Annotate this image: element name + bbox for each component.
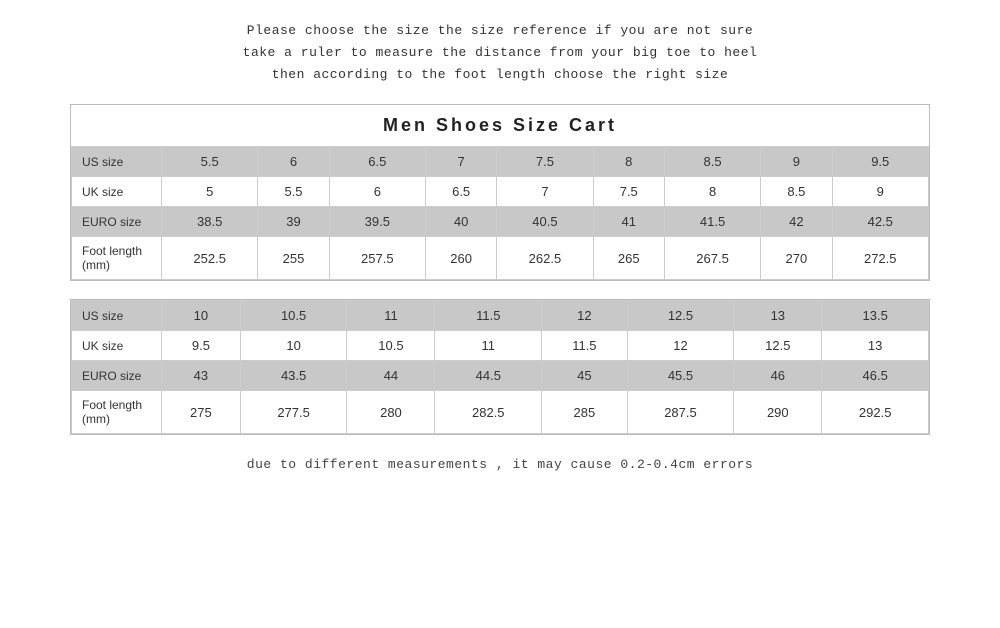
cell-value: 8 bbox=[664, 177, 760, 207]
row-label: US size bbox=[72, 301, 162, 331]
cell-value: 7 bbox=[497, 177, 593, 207]
cell-value: 12 bbox=[542, 301, 628, 331]
cell-value: 13 bbox=[822, 331, 929, 361]
cell-value: 43.5 bbox=[240, 361, 347, 391]
cell-value: 11.5 bbox=[435, 301, 542, 331]
row-label: UK size bbox=[72, 331, 162, 361]
cell-value: 12.5 bbox=[627, 301, 734, 331]
table-row: EURO size38.53939.54040.54141.54242.5 bbox=[72, 207, 929, 237]
row-label: EURO size bbox=[72, 361, 162, 391]
cell-value: 5.5 bbox=[258, 177, 329, 207]
table-row: UK size9.51010.51111.51212.513 bbox=[72, 331, 929, 361]
cell-value: 10.5 bbox=[240, 301, 347, 331]
cell-value: 12.5 bbox=[734, 331, 822, 361]
table2-container: US size1010.51111.51212.51313.5UK size9.… bbox=[70, 299, 930, 435]
row-label: UK size bbox=[72, 177, 162, 207]
cell-value: 40 bbox=[426, 207, 497, 237]
instruction-line2: take a ruler to measure the distance fro… bbox=[243, 42, 758, 64]
cell-value: 262.5 bbox=[497, 237, 593, 280]
cell-value: 9 bbox=[832, 177, 929, 207]
table1: US size5.566.577.588.599.5UK size55.566.… bbox=[71, 146, 929, 280]
cell-value: 280 bbox=[347, 391, 435, 434]
cell-value: 43 bbox=[162, 361, 241, 391]
table-row: US size5.566.577.588.599.5 bbox=[72, 147, 929, 177]
cell-value: 10.5 bbox=[347, 331, 435, 361]
cell-value: 13.5 bbox=[822, 301, 929, 331]
cell-value: 38.5 bbox=[162, 207, 258, 237]
cell-value: 12 bbox=[627, 331, 734, 361]
row-label: Foot length (mm) bbox=[72, 237, 162, 280]
cell-value: 287.5 bbox=[627, 391, 734, 434]
cell-value: 11 bbox=[435, 331, 542, 361]
cell-value: 5 bbox=[162, 177, 258, 207]
cell-value: 7 bbox=[426, 147, 497, 177]
cell-value: 42.5 bbox=[832, 207, 929, 237]
cell-value: 252.5 bbox=[162, 237, 258, 280]
cell-value: 41 bbox=[593, 207, 664, 237]
cell-value: 9.5 bbox=[832, 147, 929, 177]
cell-value: 46.5 bbox=[822, 361, 929, 391]
cell-value: 10 bbox=[240, 331, 347, 361]
cell-value: 282.5 bbox=[435, 391, 542, 434]
table1-container: Men Shoes Size Cart US size5.566.577.588… bbox=[70, 104, 930, 281]
table1-title: Men Shoes Size Cart bbox=[71, 105, 929, 146]
cell-value: 260 bbox=[426, 237, 497, 280]
row-label: US size bbox=[72, 147, 162, 177]
table-row: Foot length (mm)252.5255257.5260262.5265… bbox=[72, 237, 929, 280]
cell-value: 8 bbox=[593, 147, 664, 177]
cell-value: 44.5 bbox=[435, 361, 542, 391]
row-label: Foot length (mm) bbox=[72, 391, 162, 434]
instruction-line1: Please choose the size the size referenc… bbox=[243, 20, 758, 42]
cell-value: 9 bbox=[761, 147, 832, 177]
cell-value: 7.5 bbox=[593, 177, 664, 207]
footer-note: due to different measurements , it may c… bbox=[247, 457, 753, 472]
table-row: US size1010.51111.51212.51313.5 bbox=[72, 301, 929, 331]
cell-value: 277.5 bbox=[240, 391, 347, 434]
cell-value: 272.5 bbox=[832, 237, 929, 280]
cell-value: 290 bbox=[734, 391, 822, 434]
cell-value: 46 bbox=[734, 361, 822, 391]
cell-value: 257.5 bbox=[329, 237, 425, 280]
cell-value: 8.5 bbox=[664, 147, 760, 177]
cell-value: 11.5 bbox=[542, 331, 628, 361]
cell-value: 6.5 bbox=[329, 147, 425, 177]
cell-value: 265 bbox=[593, 237, 664, 280]
cell-value: 42 bbox=[761, 207, 832, 237]
cell-value: 267.5 bbox=[664, 237, 760, 280]
cell-value: 45.5 bbox=[627, 361, 734, 391]
cell-value: 41.5 bbox=[664, 207, 760, 237]
cell-value: 9.5 bbox=[162, 331, 241, 361]
cell-value: 8.5 bbox=[761, 177, 832, 207]
cell-value: 6.5 bbox=[426, 177, 497, 207]
cell-value: 285 bbox=[542, 391, 628, 434]
cell-value: 11 bbox=[347, 301, 435, 331]
table-row: Foot length (mm)275277.5280282.5285287.5… bbox=[72, 391, 929, 434]
instruction-line3: then according to the foot length choose… bbox=[243, 64, 758, 86]
cell-value: 6 bbox=[258, 147, 329, 177]
cell-value: 270 bbox=[761, 237, 832, 280]
cell-value: 10 bbox=[162, 301, 241, 331]
cell-value: 44 bbox=[347, 361, 435, 391]
table-row: EURO size4343.54444.54545.54646.5 bbox=[72, 361, 929, 391]
table-row: UK size55.566.577.588.59 bbox=[72, 177, 929, 207]
instructions-text: Please choose the size the size referenc… bbox=[243, 20, 758, 86]
cell-value: 5.5 bbox=[162, 147, 258, 177]
cell-value: 275 bbox=[162, 391, 241, 434]
cell-value: 292.5 bbox=[822, 391, 929, 434]
cell-value: 45 bbox=[542, 361, 628, 391]
cell-value: 40.5 bbox=[497, 207, 593, 237]
cell-value: 39.5 bbox=[329, 207, 425, 237]
table2: US size1010.51111.51212.51313.5UK size9.… bbox=[71, 300, 929, 434]
cell-value: 39 bbox=[258, 207, 329, 237]
cell-value: 6 bbox=[329, 177, 425, 207]
cell-value: 7.5 bbox=[497, 147, 593, 177]
row-label: EURO size bbox=[72, 207, 162, 237]
cell-value: 13 bbox=[734, 301, 822, 331]
cell-value: 255 bbox=[258, 237, 329, 280]
